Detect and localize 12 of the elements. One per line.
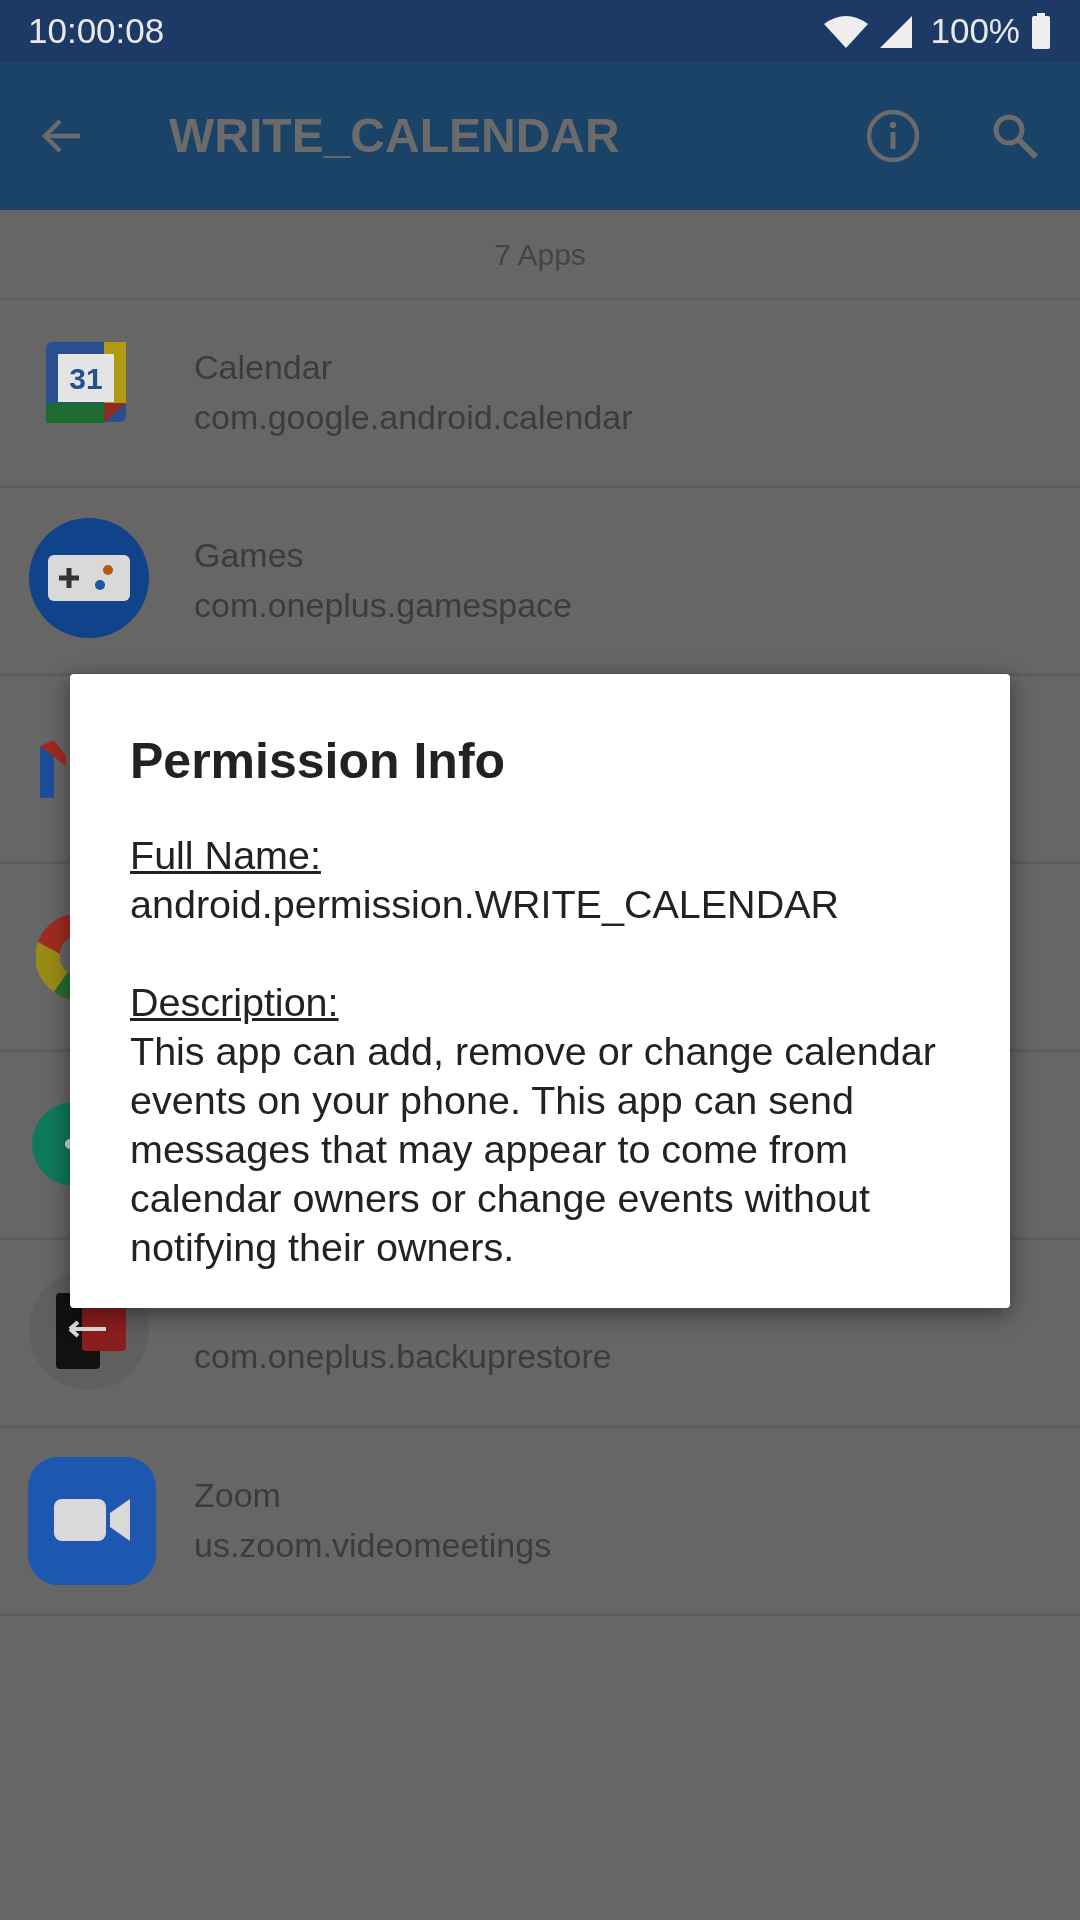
wifi-icon [822, 14, 871, 48]
dialog-title: Permission Info [130, 732, 507, 791]
description-label: Description: [130, 979, 340, 1026]
full-name-label: Full Name: [130, 832, 322, 879]
video-camera-icon [26, 1454, 158, 1587]
signal-icon [878, 14, 915, 48]
info-icon[interactable] [866, 109, 920, 163]
screen-title: WRITE_CALENDAR [169, 108, 620, 164]
battery-text: 100% [930, 9, 1020, 52]
full-name-text: android.permission.WRITE_CALENDAR [130, 881, 841, 928]
clock-text: 10:00:08 [28, 9, 165, 52]
battery-icon [1030, 13, 1052, 49]
